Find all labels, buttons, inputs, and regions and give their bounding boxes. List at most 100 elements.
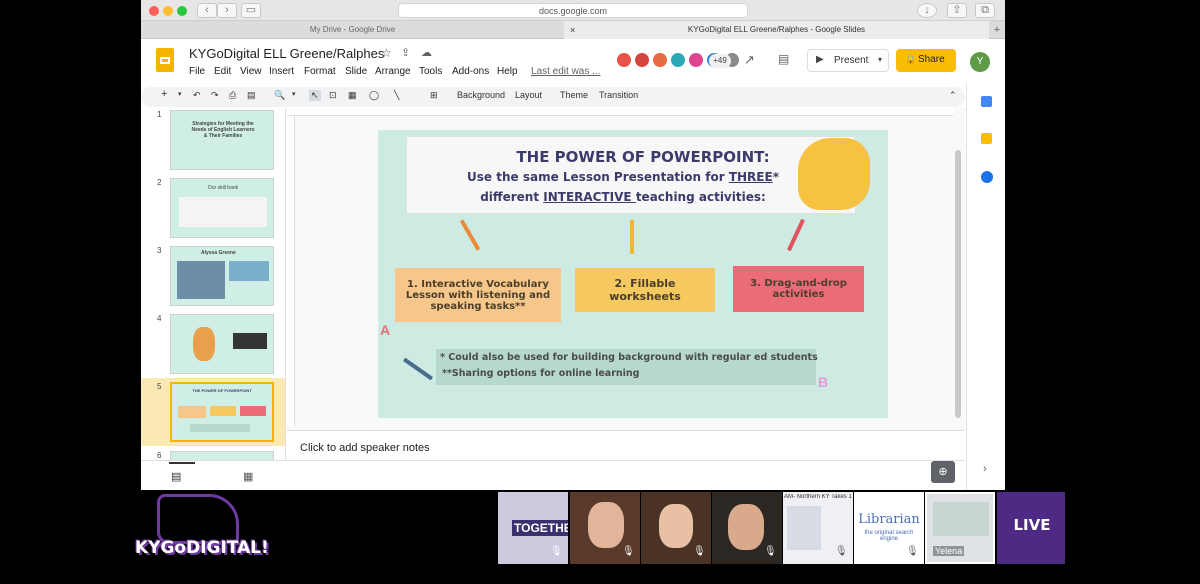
video-tile[interactable]: 🎙: [712, 492, 782, 564]
tabs-overview-icon[interactable]: ⧉: [975, 3, 995, 18]
text-box-icon[interactable]: ⊡: [329, 90, 337, 101]
keep-icon[interactable]: [981, 133, 992, 144]
present-dropdown-icon[interactable]: ▾: [878, 55, 882, 64]
video-tile[interactable]: 🎙: [570, 492, 640, 564]
account-avatar[interactable]: Y: [970, 52, 990, 72]
share-button[interactable]: 🔒 Share: [896, 49, 956, 72]
slide-thumbnail-2[interactable]: Our skill bank: [170, 178, 274, 238]
calendar-icon[interactable]: [981, 96, 992, 107]
mic-muted-icon: 🎙: [550, 546, 563, 557]
slide-thumbnail-6[interactable]: [170, 451, 274, 460]
address-bar[interactable]: docs.google.com: [398, 3, 748, 18]
more-collaborators-badge[interactable]: +49: [709, 54, 731, 68]
slide-thumbnail-3[interactable]: Alyssa Greene: [170, 246, 274, 306]
menu-edit[interactable]: Edit: [214, 66, 231, 77]
collaborator-avatar[interactable]: [651, 51, 669, 69]
tasks-icon[interactable]: [981, 171, 993, 183]
paint-format-icon[interactable]: ▤: [247, 90, 256, 101]
menu-slide[interactable]: Slide: [345, 66, 367, 77]
collaborator-avatar[interactable]: [615, 51, 633, 69]
document-title[interactable]: KYGoDigital ELL Greene/Ralphes: [189, 46, 384, 61]
tab-google-slides[interactable]: × KYGoDigital ELL Greene/Ralphes - Googl…: [564, 21, 989, 39]
star-icon[interactable]: ☆: [381, 46, 392, 60]
menu-format[interactable]: Format: [304, 66, 336, 77]
close-tab-icon[interactable]: ×: [570, 21, 575, 39]
thumb-video: [233, 333, 267, 349]
browser-window: ‹ › ▭ docs.google.com ↓ ⇧ ⧉ My Drive - G…: [141, 0, 1005, 490]
collaborator-avatar[interactable]: [633, 51, 651, 69]
last-edit-link[interactable]: Last edit was ...: [531, 66, 600, 77]
close-window-button[interactable]: [149, 6, 159, 16]
forward-button[interactable]: ›: [217, 3, 237, 18]
menu-help[interactable]: Help: [497, 66, 518, 77]
pencil-icon: [787, 218, 805, 252]
video-tile[interactable]: LIVE: [997, 492, 1065, 564]
activity-trend-icon[interactable]: ↗: [744, 52, 755, 68]
video-tile[interactable]: Librarian the original search engine 🎙: [854, 492, 924, 564]
tab-my-drive[interactable]: My Drive - Google Drive: [141, 21, 564, 39]
shape-icon[interactable]: ◯: [369, 90, 379, 101]
share-browser-icon[interactable]: ⇧: [947, 3, 967, 18]
undo-icon[interactable]: ↶: [193, 90, 201, 101]
tab-bar: My Drive - Google Drive × KYGoDigital EL…: [141, 21, 1005, 39]
sidebar-toggle-icon[interactable]: ▭: [241, 3, 261, 18]
back-button[interactable]: ‹: [197, 3, 217, 18]
background-button[interactable]: Background: [457, 90, 505, 100]
window-titlebar: ‹ › ▭ docs.google.com ↓ ⇧ ⧉: [141, 0, 1005, 21]
zoom-window-button[interactable]: [177, 6, 187, 16]
collapse-toolbar-icon[interactable]: ⌃: [949, 90, 957, 101]
slide-thumbnail-1[interactable]: Strategies for Meeting the Needs of Engl…: [170, 110, 274, 170]
theme-button[interactable]: Theme: [560, 90, 588, 100]
present-button[interactable]: ▶ Present ▾: [807, 49, 889, 72]
zoom-dropdown-icon[interactable]: ▾: [292, 90, 296, 98]
speaker-notes[interactable]: Click to add speaker notes: [287, 430, 965, 460]
transition-button[interactable]: Transition: [599, 90, 638, 100]
activity-box-3: 3. Drag-and-drop activities: [733, 266, 864, 312]
download-icon[interactable]: ↓: [917, 3, 937, 18]
image-icon[interactable]: ▦: [348, 90, 357, 101]
slide-thumbnail-4[interactable]: [170, 314, 274, 374]
collaborator-avatar[interactable]: [669, 51, 687, 69]
menu-file[interactable]: File: [189, 66, 205, 77]
participant-face: [728, 504, 764, 550]
menu-arrange[interactable]: Arrange: [375, 66, 411, 77]
grid-view-icon[interactable]: ▦: [243, 470, 253, 483]
slide-canvas-area: THE POWER OF POWERPOINT: Use the same Le…: [287, 108, 965, 430]
slides-logo-icon[interactable]: [156, 48, 174, 72]
slide-number: 2: [157, 178, 162, 187]
filmstrip-view-icon[interactable]: ▤: [171, 470, 181, 483]
current-slide[interactable]: THE POWER OF POWERPOINT: Use the same Le…: [378, 130, 888, 418]
explore-icon[interactable]: ⊕: [931, 461, 955, 483]
menu-view[interactable]: View: [240, 66, 262, 77]
layout-button[interactable]: Layout: [515, 90, 542, 100]
menu-insert[interactable]: Insert: [269, 66, 294, 77]
video-tile[interactable]: 🎙: [641, 492, 711, 564]
zoom-icon[interactable]: 🔍: [274, 90, 285, 101]
slides-logo-inner: [160, 57, 170, 64]
menu-addons[interactable]: Add-ons: [452, 66, 489, 77]
menu-tools[interactable]: Tools: [419, 66, 442, 77]
move-folder-icon[interactable]: ⇪: [401, 46, 410, 59]
comment-icon[interactable]: ▤: [778, 52, 789, 66]
present-label: Present: [834, 55, 869, 66]
subtitle-text: *: [772, 170, 779, 184]
new-slide-dropdown-icon[interactable]: ▾: [178, 90, 182, 98]
slide-note-2: **Sharing options for online learning: [442, 368, 640, 379]
video-tile[interactable]: TOGETHER 🎙: [498, 492, 568, 564]
add-comment-icon[interactable]: ⊞: [430, 90, 438, 101]
new-tab-icon[interactable]: +: [989, 21, 1005, 39]
video-tile[interactable]: AM- Northern KY Takes 1 🎙: [783, 492, 853, 564]
pencil-icon: [402, 357, 434, 381]
select-cursor-icon[interactable]: ↖: [309, 90, 321, 101]
new-slide-icon[interactable]: +: [161, 88, 167, 100]
slide-subtitle-line1: Use the same Lesson Presentation for THR…: [438, 170, 808, 184]
expand-panel-icon[interactable]: ›: [983, 463, 987, 475]
vertical-scrollbar[interactable]: [955, 150, 961, 418]
slide-thumbnail-5[interactable]: THE POWER OF POWERPOINT: [170, 382, 274, 442]
video-tile-active[interactable]: Yelena: [925, 492, 995, 564]
line-icon[interactable]: ╲: [394, 90, 399, 101]
collaborator-avatar[interactable]: [687, 51, 705, 69]
print-icon[interactable]: ⎙: [229, 90, 236, 101]
minimize-window-button[interactable]: [163, 6, 173, 16]
redo-icon[interactable]: ↷: [211, 90, 219, 101]
